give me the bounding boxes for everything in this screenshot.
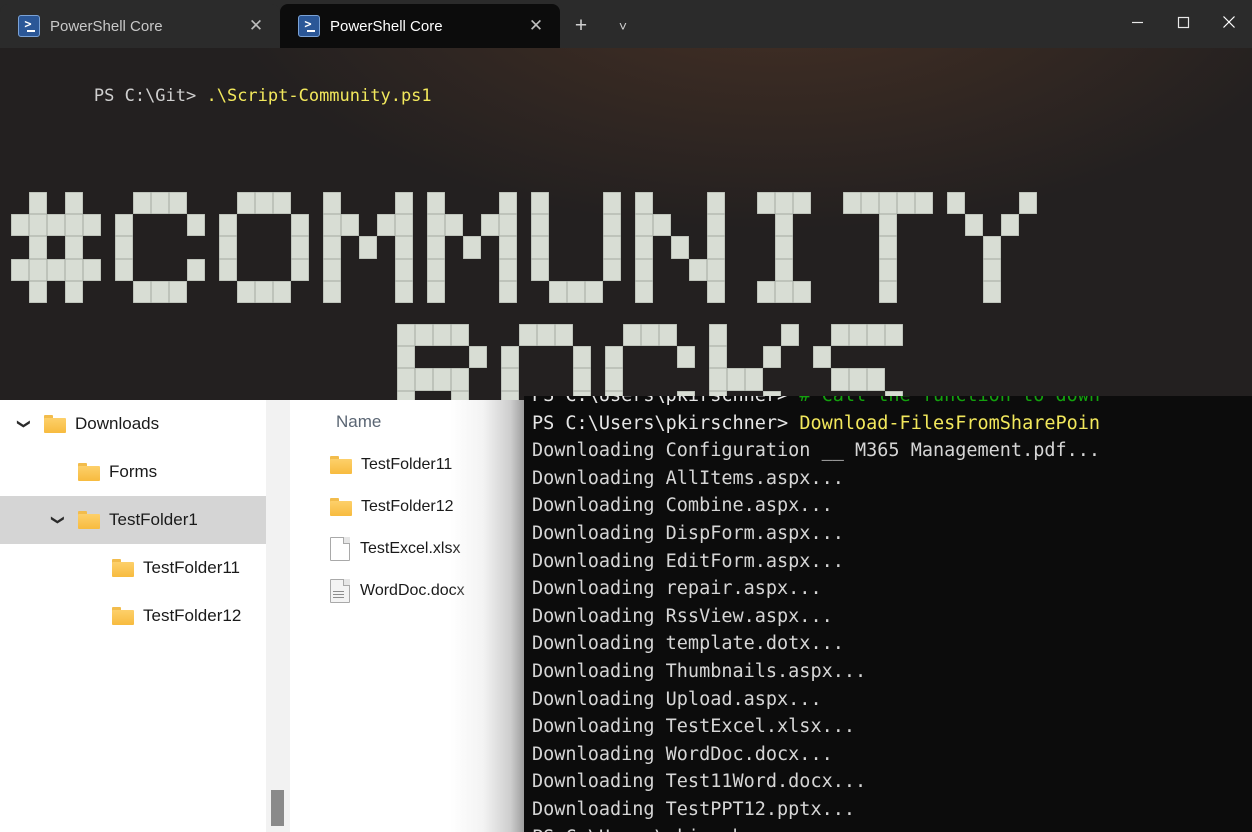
- close-button[interactable]: [1206, 0, 1252, 44]
- terminal-output-line: Downloading EditForm.aspx...: [532, 550, 844, 572]
- powershell-icon: >: [18, 15, 40, 37]
- tree-item-label: TestFolder12: [143, 606, 242, 625]
- tree-item-label: TestFolder11: [143, 558, 241, 577]
- command-text: .\Script-Community.ps1: [206, 86, 432, 106]
- terminal-output-line: Downloading Test11Word.docx...: [532, 771, 867, 793]
- terminal-line-partial-top: PS C:\Users\pkirschner> # Call the funct…: [524, 396, 1252, 410]
- list-item[interactable]: TestExcel.xlsx: [290, 528, 524, 570]
- list-item[interactable]: WordDoc.docx: [290, 570, 524, 612]
- column-header-name[interactable]: Name: [290, 400, 524, 444]
- tab-title: PowerShell Core: [50, 17, 163, 35]
- navigation-pane: ❯ Downloads Forms ❯ TestFolder1 TestFolder11 T…: [0, 400, 266, 832]
- terminal-output-line: Downloading template.dotx...: [532, 633, 844, 655]
- title-bar: > PowerShell Core ✕ > PowerShell Core ✕ …: [0, 0, 1252, 48]
- list-item[interactable]: TestFolder12: [290, 486, 524, 528]
- folder-icon: [78, 463, 100, 481]
- file-list-pane: Name TestFolder11 TestFolder12 TestExcel.x…: [290, 400, 524, 832]
- powershell-icon: >: [298, 15, 320, 37]
- tab-title: PowerShell Core: [330, 17, 443, 35]
- tree-item-downloads[interactable]: ❯ Downloads: [0, 400, 266, 448]
- list-item-label: TestFolder12: [361, 498, 454, 515]
- terminal-output-line: Downloading AllItems.aspx...: [532, 467, 844, 489]
- chevron-down-icon[interactable]: ˅: [602, 4, 644, 48]
- terminal-line-partial-bottom: PS C:\Users\pkirschner>: [524, 824, 1252, 832]
- terminal-output-line: Downloading repair.aspx...: [532, 578, 822, 600]
- tree-item-forms[interactable]: Forms: [0, 448, 266, 496]
- prompt-line: PS C:\Git> .\Script-Community.ps1: [0, 48, 1252, 138]
- tab-powershell-core-2[interactable]: > PowerShell Core ✕: [280, 4, 560, 48]
- nav-scrollbar-thumb[interactable]: [271, 790, 284, 826]
- folder-icon: [78, 511, 100, 529]
- folder-icon: [330, 456, 352, 474]
- terminal-prompt-line: PS C:\Users\pkirschner> Download-FilesFr…: [524, 410, 1252, 438]
- nav-scrollbar[interactable]: [266, 400, 290, 832]
- document-icon: [330, 579, 350, 603]
- tree-item-testfolder11[interactable]: TestFolder11: [0, 544, 266, 592]
- list-item[interactable]: TestFolder11: [290, 444, 524, 486]
- downloads-terminal-window[interactable]: PS C:\Users\pkirschner> # Call the funct…: [524, 396, 1252, 832]
- close-icon[interactable]: ✕: [522, 12, 550, 40]
- terminal-output-line: Downloading Combine.aspx...: [532, 495, 833, 517]
- new-tab-button[interactable]: +: [560, 4, 602, 48]
- screen: > PowerShell Core ✕ > PowerShell Core ✕ …: [0, 0, 1252, 832]
- list-item-label: TestExcel.xlsx: [360, 540, 461, 557]
- command-text: Download-FilesFromSharePoin: [799, 412, 1101, 434]
- terminal-output-line: Downloading TestPPT12.pptx...: [532, 798, 856, 820]
- terminal-output-line: Downloading RssView.aspx...: [532, 605, 833, 627]
- terminal-output-line: Downloading WordDoc.docx...: [532, 743, 833, 765]
- tree-item-label: TestFolder1: [109, 510, 198, 529]
- terminal-output-line: Downloading Upload.aspx...: [532, 688, 822, 710]
- terminal-output-line: Downloading Thumbnails.aspx...: [532, 660, 867, 682]
- chevron-down-icon[interactable]: ❯: [44, 506, 72, 534]
- tree-item-testfolder12[interactable]: TestFolder12: [0, 592, 266, 640]
- folder-icon: [44, 415, 66, 433]
- chevron-down-icon[interactable]: ❯: [10, 410, 38, 438]
- tree-item-testfolder1[interactable]: ❯ TestFolder1: [0, 496, 266, 544]
- file-icon: [330, 537, 350, 561]
- terminal-output-line: Downloading Configuration __ M365 Manage…: [532, 440, 1101, 462]
- list-item-label: TestFolder11: [361, 456, 453, 473]
- tab-strip: > PowerShell Core ✕ > PowerShell Core ✕ …: [0, 0, 644, 48]
- close-icon[interactable]: ✕: [242, 12, 270, 40]
- folder-icon: [112, 607, 134, 625]
- prompt-text: PS C:\Users\pkirschner>: [532, 412, 800, 434]
- tree-item-label: Forms: [109, 462, 158, 481]
- window-controls: [1114, 0, 1252, 44]
- maximize-button[interactable]: [1160, 0, 1206, 44]
- file-explorer-window: ❯ Downloads Forms ❯ TestFolder1 TestFolder11 T…: [0, 400, 524, 832]
- terminal-output-line: Downloading TestExcel.xlsx...: [532, 716, 856, 738]
- folder-icon: [330, 498, 352, 516]
- downloads-terminal-output: PS C:\Users\pkirschner> # Call the funct…: [524, 396, 1252, 832]
- terminal-output-line: Downloading DispForm.aspx...: [532, 522, 844, 544]
- tree-item-label: Downloads: [75, 414, 160, 433]
- list-item-label: WordDoc.docx: [360, 582, 465, 599]
- tab-powershell-core-1[interactable]: > PowerShell Core ✕: [0, 4, 280, 48]
- prompt-text: PS C:\Git>: [93, 86, 207, 106]
- minimize-button[interactable]: [1114, 0, 1160, 44]
- file-list: TestFolder11 TestFolder12 TestExcel.xlsx Wo…: [290, 444, 524, 612]
- folder-icon: [112, 559, 134, 577]
